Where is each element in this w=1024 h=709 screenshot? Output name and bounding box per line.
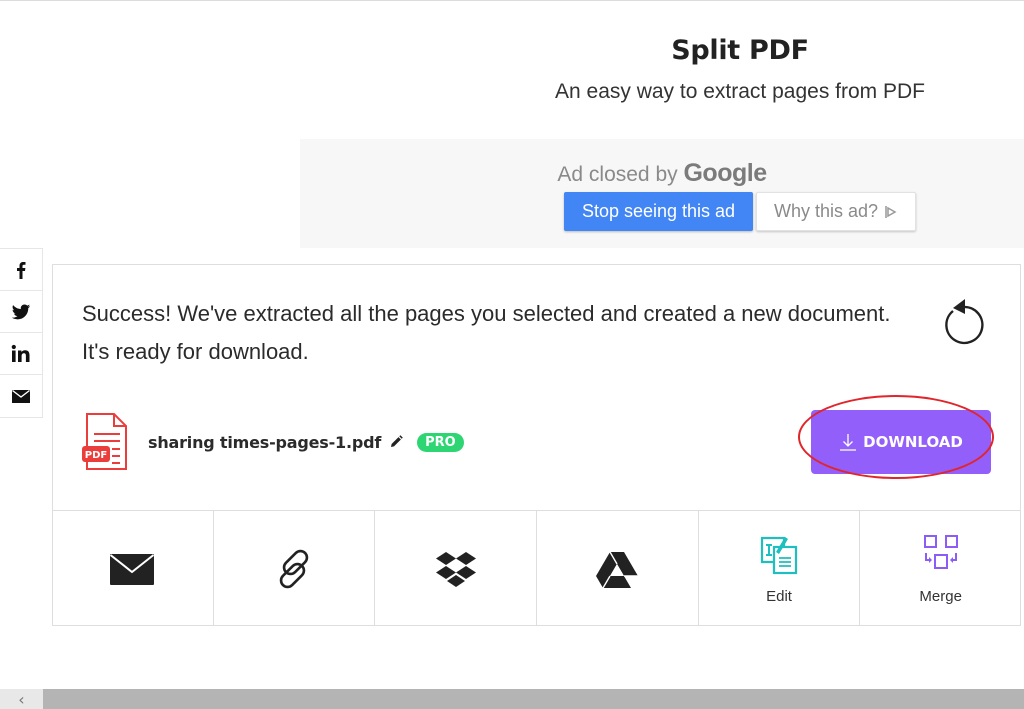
action-edit[interactable]: Edit [699,511,861,626]
email-icon [12,389,30,403]
rename-pencil-icon[interactable] [389,435,403,449]
adchoices-icon [885,205,897,218]
action-merge-label: Merge [919,588,962,605]
action-dropbox[interactable] [375,511,538,626]
dropbox-icon [435,551,476,587]
action-google-drive[interactable] [537,511,699,626]
share-linkedin[interactable] [0,333,42,375]
download-icon [840,434,857,451]
horizontal-scrollbar[interactable]: ‹ [0,689,1024,709]
action-edit-label: Edit [766,588,792,605]
google-drive-icon [596,551,639,588]
share-email[interactable] [0,375,42,417]
ad-container: Ad closed by Google Stop seeing this ad … [300,139,1024,248]
share-twitter[interactable] [0,291,42,333]
facebook-icon [17,261,26,279]
merge-icon [923,535,958,569]
action-copy-link[interactable] [214,511,376,626]
page-title: Split PDF [671,35,809,66]
why-this-ad-button[interactable]: Why this ad? [756,192,916,231]
pro-badge: PRO [417,432,464,452]
restart-icon[interactable] [937,297,985,347]
stop-seeing-ad-button[interactable]: Stop seeing this ad [564,192,753,231]
link-icon [279,549,309,588]
edit-pdf-icon [760,536,798,575]
download-label: DOWNLOAD [863,433,963,451]
success-message: Success! We've extracted all the pages y… [82,301,891,364]
pdf-file-icon: PDF [82,413,127,470]
page-subtitle: An easy way to extract pages from PDF [555,80,925,103]
envelope-icon [110,553,155,585]
pdf-icon-label: PDF [85,450,107,461]
action-bar: Edit Merge [52,510,1021,626]
scroll-left-arrow-icon[interactable]: ‹ [0,689,43,709]
google-logo: Google [683,159,767,187]
social-share-bar [0,248,43,418]
share-facebook[interactable] [0,249,42,291]
linkedin-icon [11,344,30,362]
download-button[interactable]: DOWNLOAD [811,410,991,474]
action-merge[interactable]: Merge [860,511,1021,626]
ad-closed-text: Ad closed by Google [150,159,1024,188]
result-card: Success! We've extracted all the pages y… [52,264,1021,626]
file-row: PDF sharing times-pages-1.pdf PRO [82,412,464,472]
file-name: sharing times-pages-1.pdf [148,432,382,452]
action-email[interactable] [52,511,214,626]
why-this-ad-label: Why this ad? [773,201,879,221]
ad-closed-prefix: Ad closed by [557,163,678,186]
twitter-icon [11,304,31,319]
